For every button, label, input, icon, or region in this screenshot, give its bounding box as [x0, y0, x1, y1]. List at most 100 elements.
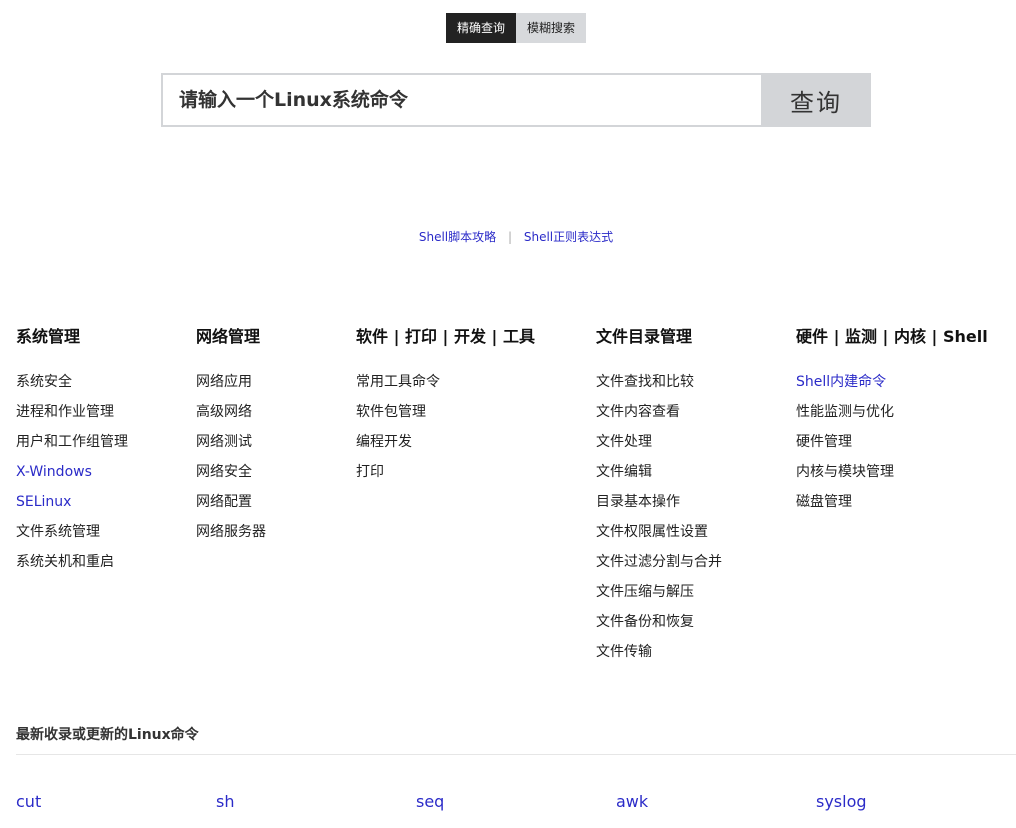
category-link[interactable]: 常用工具命令: [356, 374, 440, 390]
list-item: syslog: [816, 792, 867, 811]
category-link[interactable]: 文件内容查看: [596, 404, 680, 420]
category-link[interactable]: 文件编辑: [596, 464, 652, 480]
category-link[interactable]: 性能监测与优化: [796, 404, 894, 420]
category-list: 网络应用 高级网络 网络测试 网络安全 网络配置 网络服务器: [196, 367, 266, 547]
tab-fuzzy-search[interactable]: 模糊搜索: [516, 13, 587, 43]
category-link[interactable]: 系统关机和重启: [16, 554, 114, 570]
list-item: 内核与模块管理: [796, 457, 988, 487]
category-link[interactable]: 文件处理: [596, 434, 652, 450]
command-link[interactable]: syslog: [816, 792, 867, 811]
list-item: 高级网络: [196, 397, 266, 427]
category-link[interactable]: 文件权限属性设置: [596, 524, 708, 540]
category-link[interactable]: 目录基本操作: [596, 494, 680, 510]
category-link[interactable]: 网络安全: [196, 464, 252, 480]
list-item: 进程和作业管理: [16, 397, 128, 427]
category-link[interactable]: 文件系统管理: [16, 524, 100, 540]
list-item: 软件包管理: [356, 397, 535, 427]
list-item: seq: [416, 792, 444, 811]
category-system-management: 系统管理 系统安全 进程和作业管理 用户和工作组管理 X-Windows SEL…: [16, 326, 128, 577]
search-input[interactable]: [161, 73, 761, 127]
list-item: awk: [616, 792, 648, 811]
quick-links-separator: |: [507, 230, 513, 244]
category-link[interactable]: 文件传输: [596, 644, 652, 660]
category-list: 常用工具命令 软件包管理 编程开发 打印: [356, 367, 535, 487]
category-software-tools: 软件 | 打印 | 开发 | 工具 常用工具命令 软件包管理 编程开发 打印: [356, 326, 535, 487]
category-network-management: 网络管理 网络应用 高级网络 网络测试 网络安全 网络配置 网络服务器: [196, 326, 266, 547]
list-item: 磁盘管理: [796, 487, 988, 517]
list-item: X-Windows: [16, 457, 128, 487]
list-item: sh: [216, 792, 234, 811]
list-item: 文件内容查看: [596, 397, 722, 427]
category-link[interactable]: 系统安全: [16, 374, 72, 390]
category-link[interactable]: 打印: [356, 464, 384, 480]
list-item: 文件传输: [596, 637, 722, 667]
list-item: 文件查找和比较: [596, 367, 722, 397]
category-link[interactable]: Shell内建命令: [796, 374, 886, 390]
category-title: 文件目录管理: [596, 327, 693, 346]
category-link[interactable]: 编程开发: [356, 434, 412, 450]
category-link[interactable]: 文件查找和比较: [596, 374, 694, 390]
category-link[interactable]: 软件包管理: [356, 404, 426, 420]
category-link[interactable]: 内核与模块管理: [796, 464, 894, 480]
category-title: 硬件 | 监测 | 内核 | Shell: [796, 327, 988, 346]
list-item: 文件编辑: [596, 457, 722, 487]
list-item: 性能监测与优化: [796, 397, 988, 427]
tab-exact-search[interactable]: 精确查询: [446, 13, 517, 43]
category-link[interactable]: X-Windows: [16, 464, 92, 480]
list-item: 文件处理: [596, 427, 722, 457]
list-item: 系统关机和重启: [16, 547, 128, 577]
category-link[interactable]: 网络应用: [196, 374, 252, 390]
category-link[interactable]: 高级网络: [196, 404, 252, 420]
list-item: 打印: [356, 457, 535, 487]
link-shell-script-guide[interactable]: Shell脚本攻略: [419, 230, 496, 244]
category-title: 软件 | 打印 | 开发 | 工具: [356, 327, 535, 346]
list-item: 网络应用: [196, 367, 266, 397]
command-link[interactable]: awk: [616, 792, 648, 811]
list-item: 网络服务器: [196, 517, 266, 547]
list-item: 网络测试: [196, 427, 266, 457]
list-item: 目录基本操作: [596, 487, 722, 517]
search-mode-tabs: 精确查询 模糊搜索: [446, 13, 587, 43]
list-item: cut: [16, 792, 41, 811]
divider: [16, 754, 1016, 755]
category-link[interactable]: 网络服务器: [196, 524, 266, 540]
command-link[interactable]: sh: [216, 792, 234, 811]
category-link-text: Shell内建命令: [796, 374, 887, 390]
category-hardware-shell: 硬件 | 监测 | 内核 | Shell Shell内建命令 性能监测与优化 硬…: [796, 326, 988, 517]
list-item: 网络安全: [196, 457, 266, 487]
list-item: 文件备份和恢复: [596, 607, 722, 637]
category-link[interactable]: 进程和作业管理: [16, 404, 114, 420]
category-title: 网络管理: [196, 327, 261, 346]
list-item: 系统安全: [16, 367, 128, 397]
category-file-directory: 文件目录管理 文件查找和比较 文件内容查看 文件处理 文件编辑 目录基本操作 文…: [596, 326, 722, 667]
category-link[interactable]: 网络配置: [196, 494, 252, 510]
category-link[interactable]: 硬件管理: [796, 434, 852, 450]
category-list: 文件查找和比较 文件内容查看 文件处理 文件编辑 目录基本操作 文件权限属性设置…: [596, 367, 722, 667]
quick-links: Shell脚本攻略 | Shell正则表达式: [0, 228, 1016, 245]
link-shell-regex[interactable]: Shell正则表达式: [524, 230, 613, 244]
list-item: 网络配置: [196, 487, 266, 517]
recent-commands-title: 最新收录或更新的Linux命令: [16, 727, 199, 743]
category-link[interactable]: 文件备份和恢复: [596, 614, 694, 630]
list-item: Shell内建命令: [796, 367, 988, 397]
category-link[interactable]: 文件压缩与解压: [596, 584, 694, 600]
search-button[interactable]: 查询: [761, 73, 871, 127]
category-title: 系统管理: [16, 327, 81, 346]
command-link[interactable]: cut: [16, 792, 41, 811]
command-link[interactable]: seq: [416, 792, 444, 811]
category-link[interactable]: 用户和工作组管理: [16, 434, 128, 450]
list-item: SELinux: [16, 487, 128, 517]
category-list: 系统安全 进程和作业管理 用户和工作组管理 X-Windows SELinux …: [16, 367, 128, 577]
category-link[interactable]: 网络测试: [196, 434, 252, 450]
list-item: 文件压缩与解压: [596, 577, 722, 607]
list-item: 文件系统管理: [16, 517, 128, 547]
category-link[interactable]: 磁盘管理: [796, 494, 852, 510]
list-item: 文件过滤分割与合并: [596, 547, 722, 577]
category-link[interactable]: SELinux: [16, 494, 71, 510]
search-box: 查询: [161, 73, 871, 127]
category-list: Shell内建命令 性能监测与优化 硬件管理 内核与模块管理 磁盘管理: [796, 367, 988, 517]
list-item: 常用工具命令: [356, 367, 535, 397]
list-item: 硬件管理: [796, 427, 988, 457]
list-item: 编程开发: [356, 427, 535, 457]
category-link[interactable]: 文件过滤分割与合并: [596, 554, 722, 570]
